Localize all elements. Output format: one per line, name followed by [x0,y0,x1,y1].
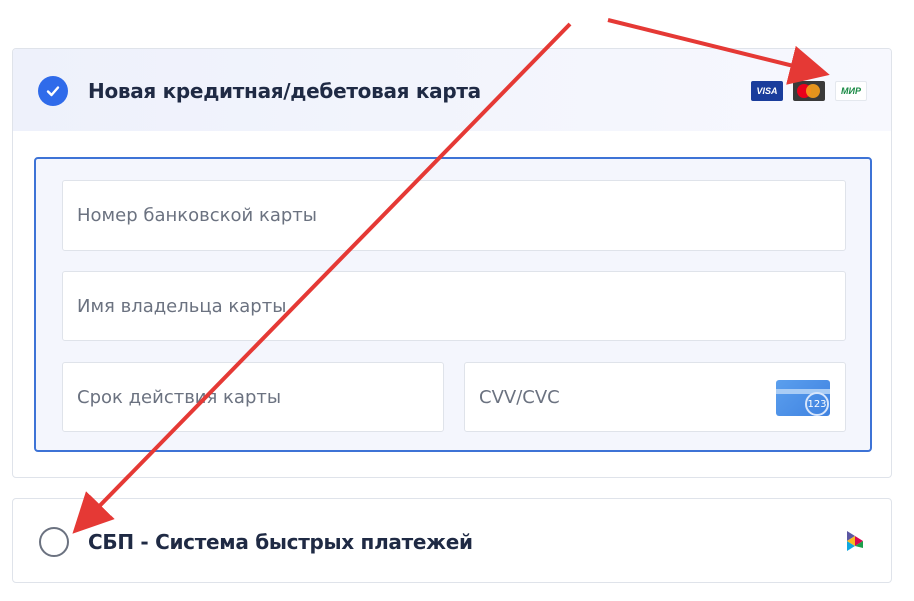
card-holder-placeholder: Имя владельца карты [77,295,287,317]
payment-logos: VISA МИР [751,81,867,101]
card-option-title: Новая кредитная/дебетовая карта [88,79,481,103]
card-expiry-placeholder: Срок действия карты [77,386,282,408]
mastercard-orange-circle [806,84,820,98]
card-number-placeholder: Номер банковской карты [77,205,317,226]
card-expiry-input[interactable]: Срок действия карты [62,362,444,432]
sbp-logo-icon [847,531,863,551]
card-option-header[interactable]: Новая кредитная/дебетовая карта VISA МИР [13,49,891,131]
card-holder-input[interactable]: Имя владельца карты [62,271,846,341]
sbp-radio-button[interactable] [39,527,69,557]
sbp-payment-option[interactable]: СБП - Система быстрых платежей [12,498,892,583]
visa-logo-icon: VISA [751,81,783,101]
checkmark-glyph [46,86,60,97]
cvv-card-icon: 123 [776,380,830,416]
mastercard-logo-icon [793,81,825,101]
cvv-hint-number: 123 [805,392,829,416]
card-payment-option[interactable]: Новая кредитная/дебетовая карта VISA МИР… [12,48,892,478]
mir-logo-icon: МИР [835,81,867,101]
card-cvv-placeholder: CVV/CVC [479,386,560,408]
card-cvv-input[interactable]: CVV/CVC 123 [464,362,846,432]
card-form: Номер банковской карты Имя владельца кар… [34,157,872,452]
checkmark-icon[interactable] [38,76,68,106]
card-number-input[interactable]: Номер банковской карты [62,180,846,251]
sbp-option-title: СБП - Система быстрых платежей [88,530,473,554]
